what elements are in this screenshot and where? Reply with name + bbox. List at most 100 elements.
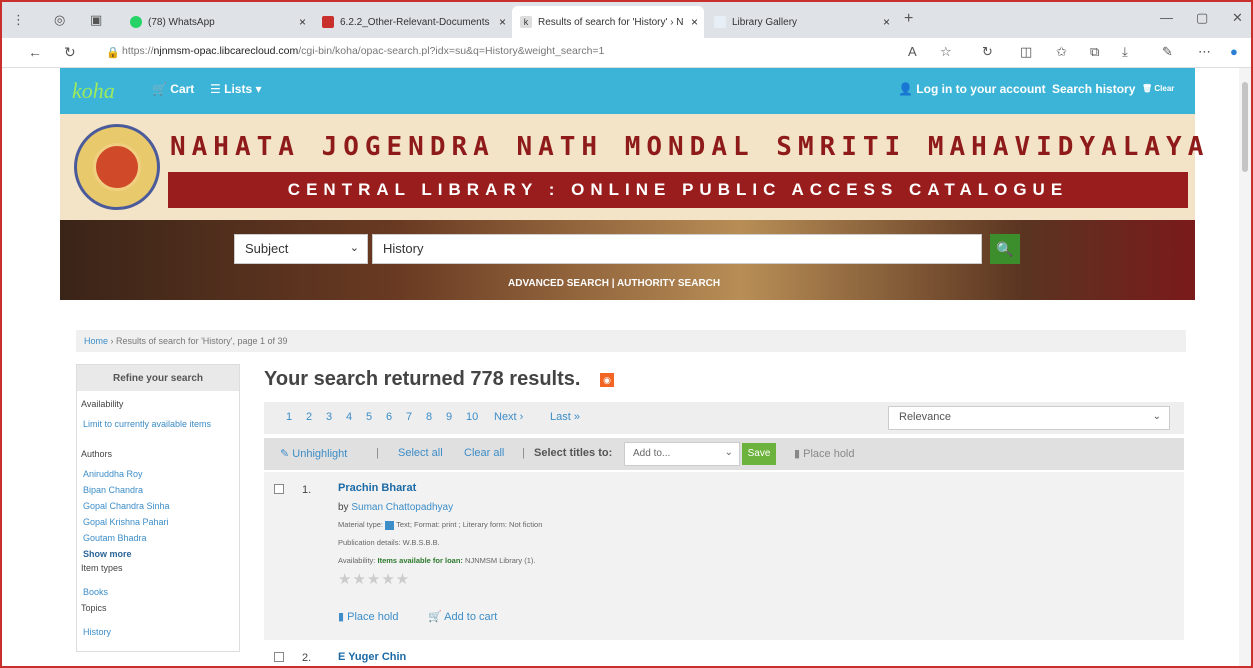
read-aloud-icon[interactable]: A <box>908 44 917 59</box>
history-topic-link[interactable]: History <box>83 627 111 637</box>
authority-search-link[interactable]: AUTHORITY SEARCH <box>617 278 720 289</box>
result-title-link[interactable]: Prachin Bharat <box>338 482 416 494</box>
url-field[interactable]: https://njnmsm-opac.libcarecloud.com/cgi… <box>122 45 604 57</box>
new-tab-icon[interactable]: + <box>904 10 913 28</box>
copilot-icon[interactable]: ● <box>1230 44 1238 59</box>
favorite-star-icon[interactable]: ☆ <box>940 44 952 60</box>
results-toolbar: ✎ Unhighlight | Select all Clear all | S… <box>264 438 1184 470</box>
page-link-2[interactable]: 2 <box>306 411 312 423</box>
clear-all-link[interactable]: Clear all <box>464 447 504 459</box>
cart-icon: 🛒 <box>152 82 167 96</box>
search-index-value: Subject <box>245 241 289 256</box>
author-link[interactable]: Bipan Chandra <box>83 485 143 495</box>
sort-value: Relevance <box>899 411 951 423</box>
minimize-icon[interactable]: — <box>1160 10 1173 25</box>
search-history-link[interactable]: Search history <box>1052 82 1135 96</box>
page-link-9[interactable]: 9 <box>446 411 452 423</box>
close-window-icon[interactable]: ✕ <box>1232 10 1243 26</box>
place-hold-button[interactable]: ▮ Place hold <box>794 447 855 460</box>
extensions-icon[interactable]: ✎ <box>1162 44 1173 60</box>
page-scrollbar[interactable] <box>1239 68 1251 666</box>
close-tab-icon[interactable]: × <box>691 15 698 29</box>
page-link-5[interactable]: 5 <box>366 411 372 423</box>
page-link-3[interactable]: 3 <box>326 411 332 423</box>
next-page-link[interactable]: Next › <box>494 411 523 423</box>
page-icon <box>714 16 726 28</box>
web-page: koha 🛒 Cart ☰ Lists ▾ 👤 Log in to your a… <box>2 68 1239 666</box>
add-to-cart-link[interactable]: 🛒 Add to cart <box>428 610 497 623</box>
result-material: Material type: Text; Format: print ; Lit… <box>338 520 543 530</box>
close-tab-icon[interactable]: × <box>883 15 890 29</box>
search-button[interactable]: 🔍 <box>990 234 1020 264</box>
collections-icon[interactable]: ⧉ <box>1090 44 1099 60</box>
search-index-select[interactable]: Subject ⌄ <box>234 234 368 264</box>
show-more-link[interactable]: Show more <box>83 549 132 559</box>
select-all-link[interactable]: Select all <box>398 447 443 459</box>
bookmark-icon: ▮ <box>338 611 345 623</box>
tab-actions-icon[interactable]: ▣ <box>90 12 102 28</box>
author-link[interactable]: Aniruddha Roy <box>83 469 143 479</box>
add-to-list-select[interactable]: Add to... ⌄ <box>624 442 740 466</box>
favorites-icon[interactable]: ✩ <box>1056 44 1067 60</box>
breadcrumb-home-link[interactable]: Home <box>84 336 108 346</box>
workspaces-icon[interactable]: ◎ <box>54 12 65 28</box>
author-link[interactable]: Goutam Bhadra <box>83 533 147 543</box>
page-link-7[interactable]: 7 <box>406 411 412 423</box>
page-link-8[interactable]: 8 <box>426 411 432 423</box>
rating-stars[interactable]: ★★★★★ <box>338 570 410 588</box>
cart-link[interactable]: 🛒 Cart <box>152 82 194 96</box>
close-tab-icon[interactable]: × <box>499 15 506 29</box>
chevron-down-icon: ⌄ <box>349 242 359 254</box>
sort-select[interactable]: Relevance ⌄ <box>888 406 1170 430</box>
page-link-6[interactable]: 6 <box>386 411 392 423</box>
login-link[interactable]: 👤 Log in to your account <box>898 82 1046 96</box>
search-icon: 🔍 <box>996 241 1014 257</box>
separator: | <box>522 447 525 459</box>
tab-whatsapp[interactable]: (78) WhatsApp × <box>122 6 312 38</box>
user-icon: 👤 <box>898 82 913 96</box>
refresh-icon[interactable]: ↻ <box>64 44 76 61</box>
scrollbar-thumb[interactable] <box>1242 82 1248 172</box>
profile-icon[interactable]: ⋮ <box>12 12 25 28</box>
list-icon: ☰ <box>210 82 221 96</box>
library-title-bar: CENTRAL LIBRARY : ONLINE PUBLIC ACCESS C… <box>168 172 1188 208</box>
books-link[interactable]: Books <box>83 587 108 597</box>
topics-heading: Topics <box>81 603 107 613</box>
split-screen-icon[interactable]: ◫ <box>1020 44 1032 60</box>
breadcrumb-current: Results of search for 'History', page 1 … <box>116 336 288 346</box>
rss-icon[interactable]: ◉ <box>600 373 614 387</box>
more-menu-icon[interactable]: ⋯ <box>1198 44 1211 60</box>
result-author-link[interactable]: Suman Chattopadhyay <box>351 502 453 513</box>
last-page-link[interactable]: Last » <box>550 411 580 423</box>
lists-menu[interactable]: ☰ Lists ▾ <box>210 82 261 96</box>
tab-documents[interactable]: 6.2.2_Other-Relevant-Documents × <box>314 6 512 38</box>
koha-logo[interactable]: koha <box>72 78 115 104</box>
maximize-icon[interactable]: ▢ <box>1196 10 1208 26</box>
author-link[interactable]: Gopal Krishna Pahari <box>83 517 169 527</box>
result-place-hold-link[interactable]: ▮ Place hold <box>338 610 399 623</box>
save-button[interactable]: Save <box>742 443 776 465</box>
downloads-icon[interactable]: ⤓ <box>1122 44 1128 60</box>
close-tab-icon[interactable]: × <box>299 15 306 29</box>
library-title: CENTRAL LIBRARY : ONLINE PUBLIC ACCESS C… <box>287 180 1069 199</box>
tab-search-results[interactable]: k Results of search for 'History' › N × <box>512 6 704 38</box>
advanced-search-link[interactable]: ADVANCED SEARCH <box>508 278 609 289</box>
page-link-10[interactable]: 10 <box>466 411 478 423</box>
unhighlight-button[interactable]: ✎ Unhighlight <box>280 447 347 460</box>
search-input[interactable]: History <box>372 234 982 264</box>
limit-available-link[interactable]: Limit to currently available items <box>83 419 213 429</box>
clear-history-link[interactable]: 🗑 Clear <box>1142 84 1174 93</box>
back-icon[interactable]: ← <box>28 44 42 60</box>
result-checkbox[interactable] <box>274 484 284 494</box>
tab-label: 6.2.2_Other-Relevant-Documents <box>340 16 490 28</box>
library-banner: NAHATA JOGENDRA NATH MONDAL SMRITI MAHAV… <box>60 114 1203 220</box>
separator: | <box>611 278 615 289</box>
unhighlight-label: Unhighlight <box>292 448 348 460</box>
page-link-4[interactable]: 4 <box>346 411 352 423</box>
refresh-extension-icon[interactable]: ↻ <box>982 44 993 60</box>
author-link[interactable]: Gopal Chandra Sinha <box>83 501 170 511</box>
result-checkbox[interactable] <box>274 652 284 662</box>
page-link-1[interactable]: 1 <box>286 411 292 423</box>
tab-library-gallery[interactable]: Library Gallery × <box>706 6 896 38</box>
result-title-link[interactable]: E Yuger Chin <box>338 651 406 663</box>
